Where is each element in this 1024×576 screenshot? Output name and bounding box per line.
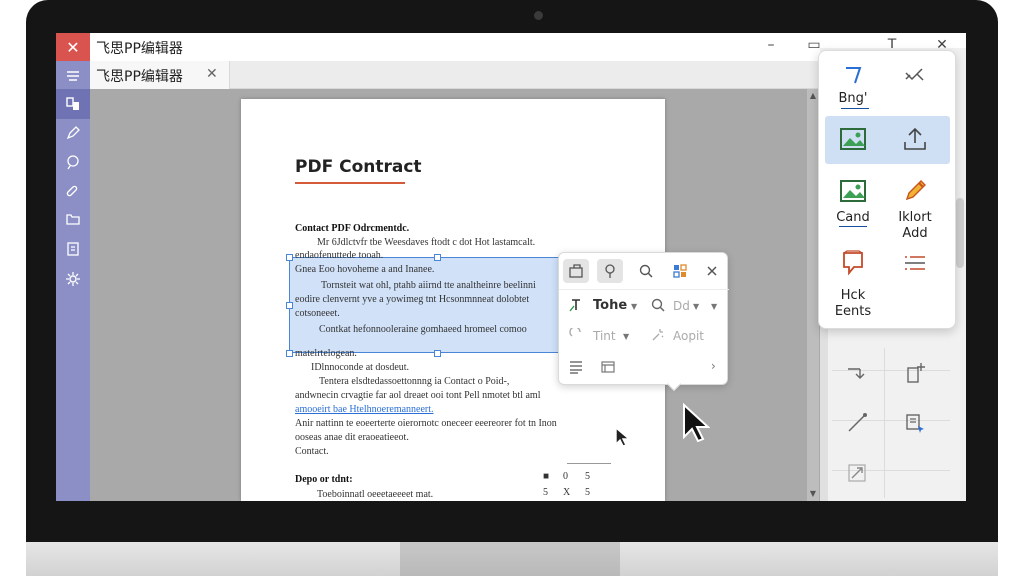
- frame-icon[interactable]: [563, 259, 589, 283]
- undo-icon[interactable]: [563, 323, 589, 347]
- list-icon[interactable]: [899, 247, 931, 279]
- doc-line: Contact PDF Odrcmentdc.: [295, 223, 410, 234]
- label-underline: [841, 108, 869, 109]
- minimize-button[interactable]: –: [761, 37, 781, 53]
- insert-below-icon[interactable]: [828, 348, 886, 398]
- menu-icon[interactable]: [63, 66, 83, 86]
- chevron-down-icon[interactable]: ▼: [631, 302, 637, 311]
- image-add-icon[interactable]: [837, 175, 869, 207]
- pencil-icon[interactable]: [899, 175, 931, 207]
- edit-icon[interactable]: [63, 123, 83, 143]
- popover-label: Bng': [838, 91, 868, 106]
- form-icon[interactable]: [63, 239, 83, 259]
- folder-icon[interactable]: [63, 209, 83, 229]
- close-icon[interactable]: [699, 259, 725, 283]
- doc-line: cotsoneeet.: [295, 308, 340, 319]
- panel-scrollbar[interactable]: [956, 198, 964, 268]
- comment-icon[interactable]: [837, 247, 869, 279]
- table-cell: ■: [543, 471, 550, 482]
- tint-dropdown-label[interactable]: Tint: [593, 329, 616, 343]
- text-style-icon[interactable]: [837, 59, 869, 91]
- doc-line: Contkat hefonnooleraine gomhaeed hromeel…: [319, 324, 527, 335]
- doc-line: matelrtelogean.: [295, 348, 357, 359]
- tab-close-icon[interactable]: ✕: [206, 66, 218, 82]
- doc-line: Contact.: [295, 446, 329, 457]
- document-title[interactable]: PDF Contract: [295, 157, 422, 177]
- table-cell: 5: [543, 487, 548, 498]
- line-tool-icon[interactable]: [828, 398, 886, 448]
- chevron-down-icon[interactable]: ▼: [623, 332, 629, 341]
- settings-icon[interactable]: [63, 269, 83, 289]
- resize-icon[interactable]: [828, 448, 886, 498]
- size-dropdown-label[interactable]: Dd: [673, 299, 690, 313]
- table-cell: 5: [585, 471, 590, 482]
- selection-handle[interactable]: [286, 254, 293, 261]
- table-cell: 5: [585, 487, 590, 498]
- left-sidebar: [56, 61, 90, 501]
- pages-icon[interactable]: [56, 89, 90, 119]
- upload-icon[interactable]: [899, 123, 931, 155]
- text-cursor: [614, 426, 631, 452]
- doc-line: eodire clenvernt yve a yowimeg tnt Hcson…: [295, 294, 530, 305]
- doc-line: IDlnnoconde at dosdeut.: [311, 362, 410, 373]
- popover-label: Hck Eents: [834, 288, 872, 319]
- text-color-icon[interactable]: [563, 293, 589, 317]
- app-title: 飞思PP编辑器: [96, 41, 183, 57]
- mini-table: ■ 0 5 5 X 5: [539, 463, 619, 499]
- pin-icon[interactable]: [597, 259, 623, 283]
- grid-icon[interactable]: [667, 259, 693, 283]
- doc-line: endaofenuttede tooah.: [295, 250, 384, 261]
- add-page-icon[interactable]: [886, 348, 944, 398]
- doc-link-line[interactable]: amooeirt bae Htelhnoeremanneert.: [295, 404, 434, 415]
- doc-line: Tornsteit wat ohl, ptahb aiirnd tte anal…: [321, 280, 536, 291]
- popover-label: Iklort Add: [898, 210, 932, 241]
- chevron-down-icon[interactable]: ▼: [693, 302, 699, 311]
- insert-popover: Bng' Cand Iklort Add Hck Eents: [818, 50, 956, 329]
- more-chevron[interactable]: ›: [711, 359, 716, 373]
- list-icon[interactable]: [563, 355, 589, 379]
- title-underline: [295, 182, 405, 184]
- image-icon[interactable]: [837, 123, 869, 155]
- layout-icon[interactable]: [595, 355, 621, 379]
- tab-document[interactable]: 飞思PP编辑器 ✕: [90, 61, 230, 89]
- doc-line: ooseas anae dit eraoeatieeot.: [295, 432, 409, 443]
- doc-line: Toeboinnatl oeeetaeeeet mat.: [317, 489, 434, 500]
- chevron-down-icon[interactable]: ▼: [711, 302, 717, 311]
- table-cell: X: [563, 487, 571, 498]
- zoom-icon[interactable]: [645, 293, 671, 317]
- selection-handle[interactable]: [286, 350, 293, 357]
- link-icon[interactable]: [63, 180, 83, 200]
- scroll-down-arrow[interactable]: ▼: [807, 489, 819, 498]
- mouse-cursor: [682, 402, 711, 447]
- doc-line: Mr 6Jdlctvfr tbe Weesdaves ftodt c dot H…: [317, 237, 536, 248]
- doc-line: Gnea Eoo hovoheme a and Inanee.: [295, 264, 435, 275]
- sparkle-icon[interactable]: [645, 323, 671, 347]
- app-close-button[interactable]: ✕: [56, 33, 90, 61]
- doc-line: andwnecin crvagtie far aol dreaet ooi to…: [295, 390, 541, 401]
- doc-line: Depo or tdnt:: [295, 474, 353, 485]
- table-cell: 0: [563, 471, 568, 482]
- tab-title: 飞思PP编辑器: [96, 69, 183, 85]
- monitor-neck: [400, 542, 620, 576]
- select-page-icon[interactable]: [886, 398, 944, 448]
- selection-handle[interactable]: [286, 302, 293, 309]
- app-window: ✕ 飞思PP编辑器 – ▭ T ✕ 飞思PP编辑器 ✕ ▲ ▼ PDF Cont…: [56, 33, 966, 501]
- comment-icon[interactable]: [63, 152, 83, 172]
- apply-button[interactable]: Aopit: [673, 329, 704, 343]
- scissors-icon[interactable]: [899, 59, 931, 91]
- search-icon[interactable]: [633, 259, 659, 283]
- doc-line: Anir nattinn te eoeerterte oierornotc on…: [295, 418, 557, 429]
- floating-text-toolbar: Tohe ▼ Dd ▼ ▼ Tint ▼ Aopit ›: [558, 252, 729, 392]
- webcam: [534, 11, 543, 20]
- label-underline: [839, 226, 867, 227]
- font-dropdown-label[interactable]: Tohe: [593, 298, 627, 313]
- selection-handle[interactable]: [434, 350, 441, 357]
- popover-label: Cand: [836, 210, 870, 225]
- selection-handle[interactable]: [434, 254, 441, 261]
- doc-line: Tentera elsdtedassoettonnng ia Contact o…: [319, 376, 510, 387]
- toolbar-divider: [559, 289, 729, 290]
